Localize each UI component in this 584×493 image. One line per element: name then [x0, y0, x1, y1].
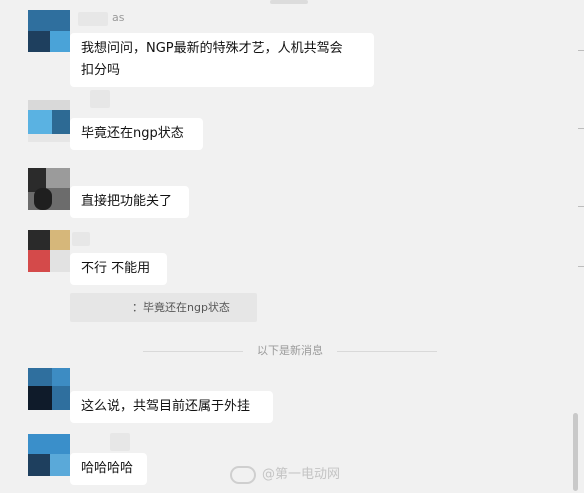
message-bubble[interactable]: 我想问问，NGP最新的特殊才艺，人机共驾会 扣分吗: [70, 33, 374, 87]
edge-tick: [578, 266, 584, 267]
sender-name-blurred: [72, 232, 90, 246]
message-bubble[interactable]: 直接把功能关了: [70, 186, 189, 218]
avatar[interactable]: [28, 100, 70, 142]
message-bubble[interactable]: 这么说，共驾目前还属于外挂: [70, 391, 273, 423]
new-messages-divider: 以下是新消息: [257, 344, 323, 357]
divider-line-right: [337, 351, 437, 352]
avatar[interactable]: [28, 168, 70, 210]
edge-tick: [578, 50, 584, 51]
message-bubble[interactable]: 哈哈哈哈: [70, 453, 147, 485]
edge-tick: [578, 128, 584, 129]
edge-tick: [578, 206, 584, 207]
watermark: @第一电动网: [230, 463, 340, 484]
message-bubble[interactable]: 毕竟还在ngp状态: [70, 118, 203, 150]
sender-name: as: [112, 11, 125, 24]
sender-name-blurred: [78, 12, 108, 26]
sender-name-blurred: [90, 90, 110, 108]
avatar[interactable]: [28, 230, 70, 272]
avatar[interactable]: [28, 434, 70, 476]
message-bubble[interactable]: 不行 不能用: [70, 253, 167, 285]
quoted-message[interactable]: ：毕竟还在ngp状态: [70, 293, 257, 322]
avatar[interactable]: [28, 368, 70, 410]
divider-line-left: [143, 351, 243, 352]
scrollbar-thumb[interactable]: [573, 413, 578, 491]
top-drag-handle[interactable]: [270, 0, 308, 4]
sender-name-blurred: [110, 433, 130, 451]
watermark-text: @第一电动网: [262, 467, 341, 482]
avatar[interactable]: [28, 10, 70, 52]
weibo-logo-icon: [230, 465, 256, 484]
